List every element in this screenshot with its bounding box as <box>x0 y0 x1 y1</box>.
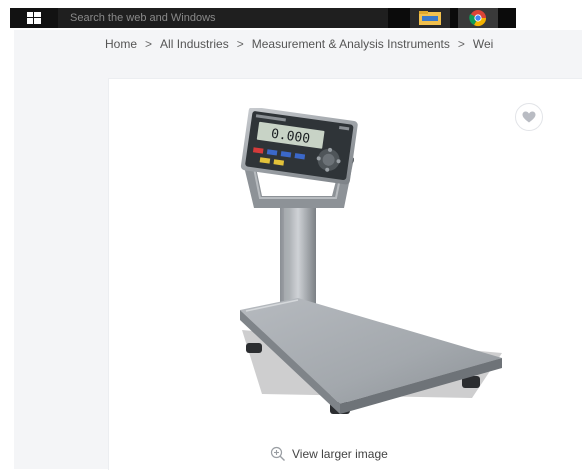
wishlist-button[interactable] <box>515 103 543 131</box>
breadcrumb: Home > All Industries > Measurement & An… <box>105 36 493 52</box>
breadcrumb-all-industries[interactable]: All Industries <box>160 37 229 51</box>
heart-icon <box>522 111 536 123</box>
taskbar-file-explorer[interactable] <box>410 8 450 28</box>
breadcrumb-separator: > <box>236 37 244 51</box>
file-explorer-icon <box>419 11 441 25</box>
taskbar-search-input[interactable] <box>68 11 388 25</box>
breadcrumb-separator: > <box>457 37 465 51</box>
breadcrumb-measurement-analysis[interactable]: Measurement & Analysis Instruments <box>252 37 450 51</box>
windows-taskbar <box>10 8 516 28</box>
taskbar-search-box[interactable] <box>58 8 388 28</box>
breadcrumb-home[interactable]: Home <box>105 37 137 51</box>
breadcrumb-weighing[interactable]: Wei <box>473 37 493 51</box>
zoom-in-icon <box>270 446 286 462</box>
windows-logo-icon <box>27 12 41 24</box>
breadcrumb-separator: > <box>145 37 153 51</box>
bench-scale-product-image[interactable]: 0.000 <box>232 108 512 428</box>
view-larger-label: View larger image <box>292 447 388 461</box>
view-larger-image-link[interactable]: View larger image <box>270 446 388 462</box>
taskbar-chrome[interactable] <box>458 8 498 28</box>
start-button[interactable] <box>10 8 58 28</box>
chrome-icon <box>469 10 487 27</box>
